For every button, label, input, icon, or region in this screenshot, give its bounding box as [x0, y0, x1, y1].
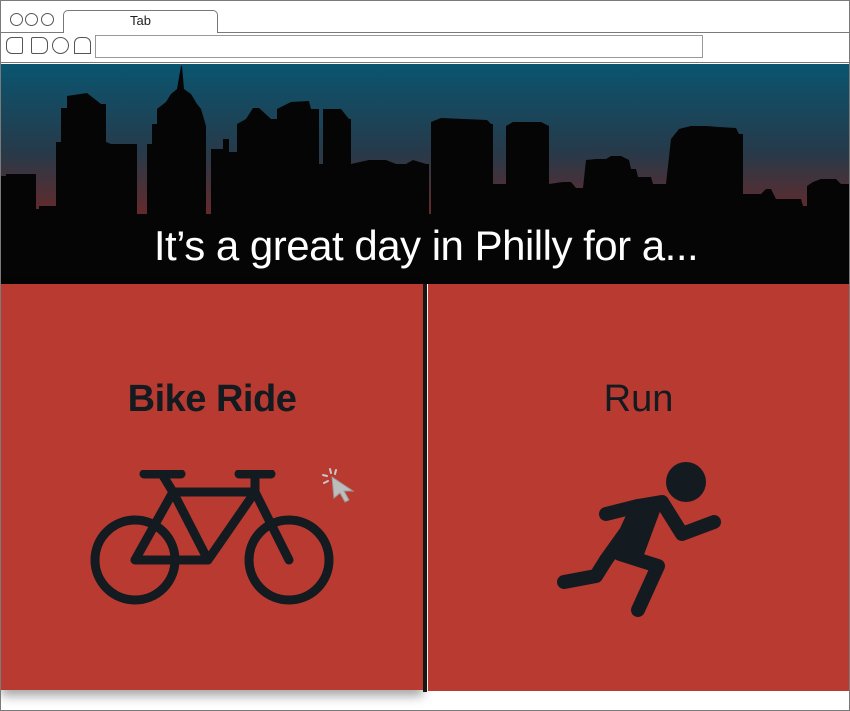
hero-banner: It’s a great day in Philly for a... — [1, 64, 849, 284]
run-option[interactable]: Run — [428, 284, 849, 691]
panel-divider — [423, 284, 427, 692]
forward-button[interactable] — [31, 37, 48, 54]
title-bar: Tab — [1, 1, 849, 33]
window-close-button[interactable] — [10, 13, 23, 26]
reload-button[interactable] — [52, 37, 69, 54]
home-button[interactable] — [74, 37, 91, 54]
back-button[interactable] — [6, 37, 23, 54]
click-cursor-icon — [322, 468, 355, 503]
page-content: It’s a great day in Philly for a... Bike… — [1, 64, 849, 710]
browser-tab[interactable]: Tab — [63, 10, 218, 33]
runner-icon — [557, 462, 721, 617]
navigation-bar — [1, 33, 849, 63]
browser-window: Tab It’s a great day in Philly for a... … — [0, 0, 850, 711]
window-minimize-button[interactable] — [25, 13, 38, 26]
bike-ride-label: Bike Ride — [127, 378, 297, 420]
bicycle-icon — [90, 470, 334, 605]
bike-ride-option[interactable]: Bike Ride — [1, 284, 423, 690]
hero-headline: It’s a great day in Philly for a... — [153, 222, 699, 269]
run-label: Run — [603, 378, 674, 420]
address-bar[interactable] — [95, 35, 703, 58]
window-maximize-button[interactable] — [41, 13, 54, 26]
